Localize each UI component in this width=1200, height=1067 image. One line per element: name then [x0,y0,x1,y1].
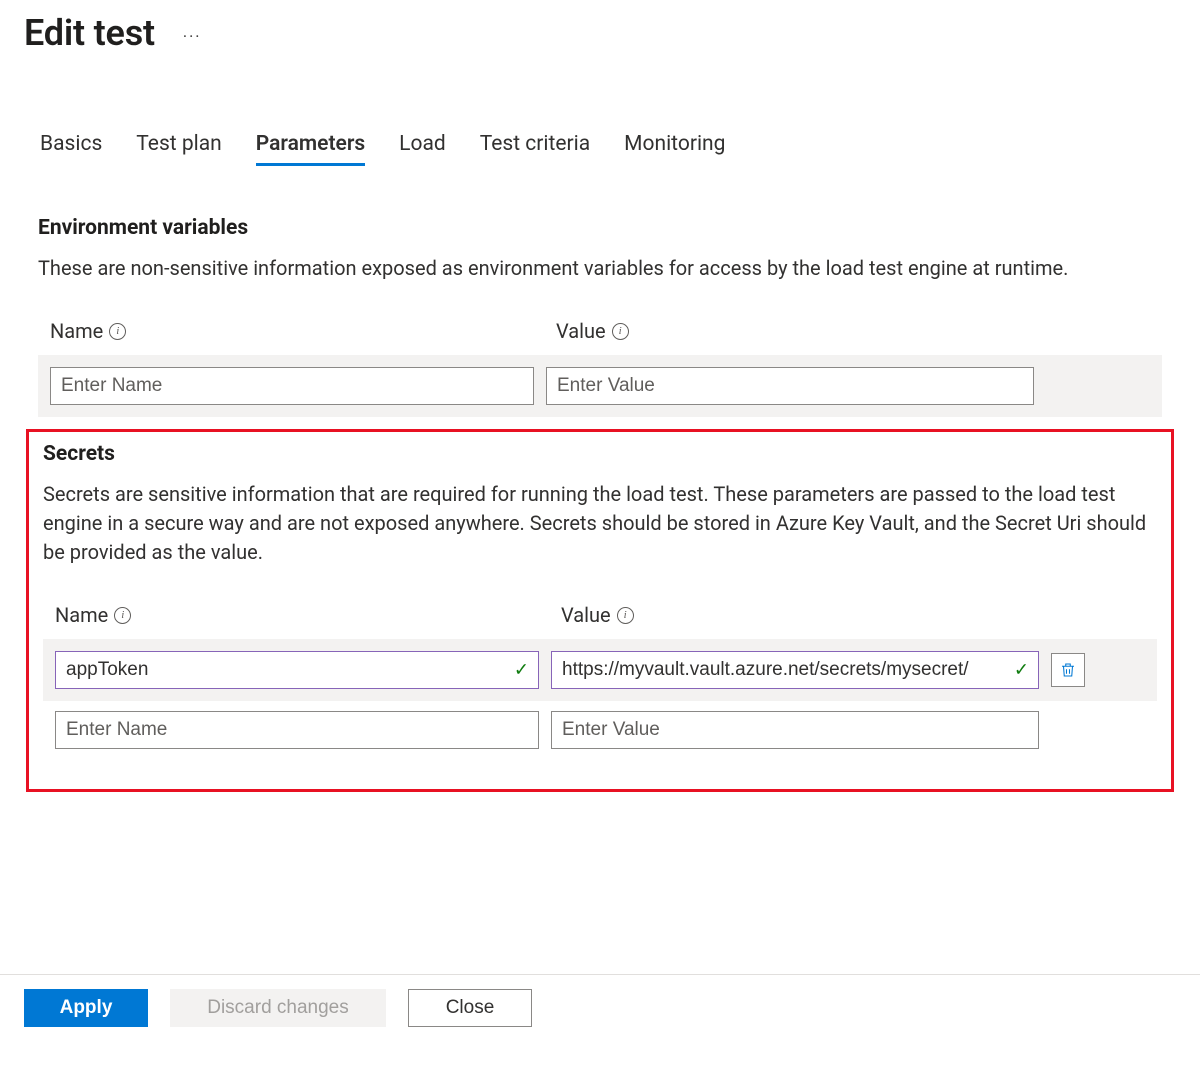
tab-load[interactable]: Load [399,132,446,166]
page-title: Edit test [24,12,155,54]
env-vars-section: Environment variables These are non-sens… [24,216,1176,417]
secret-name-input[interactable] [55,711,539,749]
tab-test-plan[interactable]: Test plan [136,132,222,166]
secret-row: ✓ ✓ [43,639,1157,701]
env-name-input[interactable] [50,367,534,405]
info-icon[interactable]: i [114,607,131,624]
close-button[interactable]: Close [408,989,532,1027]
trash-icon [1059,661,1077,679]
info-icon[interactable]: i [612,323,629,340]
tab-monitoring[interactable]: Monitoring [624,132,725,166]
info-icon[interactable]: i [109,323,126,340]
env-value-input[interactable] [546,367,1034,405]
tab-basics[interactable]: Basics [40,132,102,166]
discard-changes-button[interactable]: Discard changes [170,989,386,1027]
secret-row-empty [43,701,1157,759]
secret-value-input[interactable] [551,651,1039,689]
secrets-name-header: Name [55,603,108,627]
secrets-description: Secrets are sensitive information that a… [43,480,1157,567]
secret-name-input[interactable] [55,651,539,689]
tab-test-criteria[interactable]: Test criteria [480,132,590,166]
more-actions-icon[interactable]: ··· [183,21,202,45]
env-vars-header: Name i Value i [38,319,1162,355]
footer-divider [0,974,1200,975]
secrets-header: Name i Value i [43,603,1157,639]
footer-bar: Apply Discard changes Close [24,989,532,1027]
delete-secret-button[interactable] [1051,653,1085,687]
secret-value-input[interactable] [551,711,1039,749]
env-name-header: Name [50,319,103,343]
env-vars-title: Environment variables [38,216,1162,240]
env-value-header: Value [556,319,606,343]
env-vars-description: These are non-sensitive information expo… [38,254,1162,283]
secrets-title: Secrets [43,442,1157,466]
tab-bar: Basics Test plan Parameters Load Test cr… [24,132,1176,166]
info-icon[interactable]: i [617,607,634,624]
secrets-value-header: Value [561,603,611,627]
apply-button[interactable]: Apply [24,989,148,1027]
tab-parameters[interactable]: Parameters [256,132,365,166]
secrets-section: Secrets Secrets are sensitive informatio… [29,442,1171,759]
secrets-highlight: Secrets Secrets are sensitive informatio… [26,429,1174,792]
env-var-row [38,355,1162,417]
